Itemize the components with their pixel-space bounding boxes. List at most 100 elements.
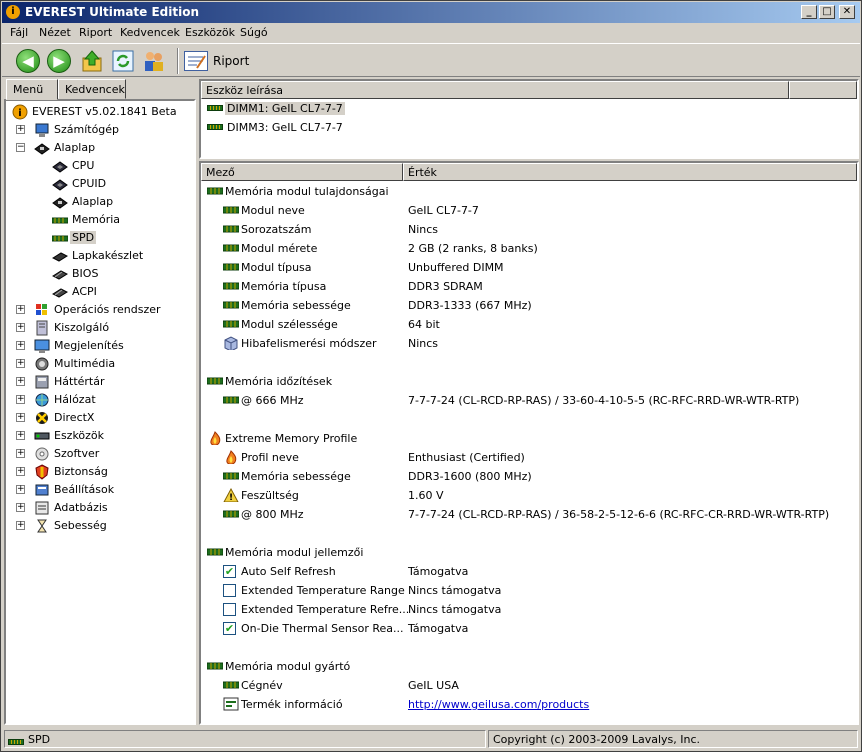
tree-item-label: DirectX [54, 411, 95, 424]
status-left: SPD [4, 730, 486, 748]
value-column-header[interactable]: Érték [403, 163, 857, 181]
window-title: EVEREST Ultimate Edition [25, 5, 200, 19]
back-arrow-icon[interactable]: ◀ [16, 49, 40, 73]
section-title: Memória modul gyártó [225, 660, 351, 673]
property-value: 64 bit [408, 318, 440, 331]
property-row[interactable]: ! Feszültség 1.60 V [221, 487, 851, 506]
property-row[interactable]: @ 800 MHz 7-7-7-24 (CL-RCD-RP-RAS) / 36-5… [221, 506, 851, 525]
tab-favorites[interactable]: Kedvencek [58, 79, 126, 99]
up-folder-icon[interactable] [80, 49, 104, 73]
property-row[interactable]: Memória sebessége DDR3-1333 (667 MHz) [221, 297, 851, 316]
property-row[interactable]: Hibafelismerési módszer Nincs [221, 335, 851, 354]
property-value: Nincs [408, 337, 439, 350]
property-field: On-Die Thermal Sensor Rea... [241, 622, 404, 635]
menu-help[interactable]: Súgó [240, 26, 268, 39]
menu-favorites[interactable]: Kedvencek [120, 26, 180, 39]
expand-toggle[interactable]: + [16, 341, 25, 350]
tree-item-label: Háttértár [54, 375, 105, 388]
memory-module-icon [222, 317, 240, 331]
expand-toggle[interactable]: + [16, 449, 25, 458]
tree-item-label: Számítógép [54, 123, 120, 136]
expand-toggle[interactable]: + [16, 431, 25, 440]
property-row[interactable]: @ 666 MHz 7-7-7-24 (CL-RCD-RP-RAS) / 33-6… [221, 392, 851, 411]
expand-toggle[interactable]: + [16, 503, 25, 512]
info-icon: i [12, 104, 28, 120]
expand-toggle[interactable]: + [16, 521, 25, 530]
section-title: Memória időzítések [225, 375, 333, 388]
expand-toggle[interactable]: + [16, 323, 25, 332]
property-row[interactable]: Modul neve GeIL CL7-7-7 [221, 202, 851, 221]
expand-toggle[interactable]: + [16, 305, 25, 314]
property-field: Modul szélessége [241, 318, 338, 331]
cpu-icon [52, 158, 68, 174]
property-row[interactable]: Extended Temperature Refre... Nincs támog… [221, 601, 851, 620]
property-field: Profil neve [241, 451, 299, 464]
property-field: Feszültség [241, 489, 299, 502]
product-info-link[interactable]: http://www.geilusa.com/products [408, 698, 589, 711]
property-row[interactable]: Modul típusa Unbuffered DIMM [221, 259, 851, 278]
tab-menu[interactable]: Menü [6, 79, 58, 100]
everest-info-icon: i [6, 5, 20, 19]
expand-toggle[interactable]: + [16, 125, 25, 134]
property-field: Memória sebessége [241, 299, 351, 312]
tree-root-label: EVEREST v5.02.1841 Beta [32, 105, 177, 118]
memory-module-icon [206, 374, 224, 388]
refresh-icon[interactable] [111, 49, 135, 73]
device-item[interactable]: DIMM1: GeIL CL7-7-7 [205, 100, 605, 119]
property-field: Memória típusa [241, 280, 327, 293]
property-row[interactable]: Memória sebessége DDR3-1600 (800 MHz) [221, 468, 851, 487]
property-row[interactable]: Profil neve Enthusiast (Certified) [221, 449, 851, 468]
field-column-header[interactable]: Mező [201, 163, 403, 181]
menu-report[interactable]: Riport [79, 26, 112, 39]
menu-file[interactable]: Fájl [10, 26, 28, 39]
device-item[interactable]: DIMM3: GeIL CL7-7-7 [205, 119, 605, 138]
menu-view[interactable]: Nézet [39, 26, 71, 39]
forward-arrow-icon[interactable]: ▶ [47, 49, 71, 73]
property-row[interactable]: ✔ On-Die Thermal Sensor Rea... Támogatva [221, 620, 851, 639]
storage-icon [34, 374, 50, 390]
tree-item-label: Biztonság [54, 465, 108, 478]
close-button[interactable]: ✕ [839, 5, 855, 19]
flame-icon [223, 450, 239, 465]
device-column-header[interactable]: Eszköz leírása [201, 81, 789, 99]
menu-tools[interactable]: Eszközök [185, 26, 235, 39]
property-row[interactable]: ✔ Auto Self Refresh Támogatva [221, 563, 851, 582]
tree-item-label: SPD [70, 231, 97, 244]
chip-icon [51, 284, 69, 300]
expand-toggle[interactable]: + [16, 467, 25, 476]
property-row[interactable]: Memória típusa DDR3 SDRAM [221, 278, 851, 297]
chipset-icon [51, 248, 69, 264]
checked-checkbox-icon: ✔ [223, 622, 236, 635]
expand-toggle[interactable]: + [16, 485, 25, 494]
expand-toggle[interactable]: + [16, 413, 25, 422]
memory-icon [51, 230, 69, 246]
svg-text:i: i [18, 108, 21, 119]
property-row[interactable]: Sorozatszám Nincs [221, 221, 851, 240]
expand-toggle[interactable]: + [16, 395, 25, 404]
device-list-panel: Eszköz leírása DIMM1: GeIL CL7-7-7 DIMM3… [199, 79, 859, 159]
property-field: Sorozatszám [241, 223, 312, 236]
property-row[interactable]: Modul szélessége 64 bit [221, 316, 851, 335]
property-row[interactable]: Modul mérete 2 GB (2 ranks, 8 banks) [221, 240, 851, 259]
section-header: Memória modul tulajdonságai [205, 183, 845, 202]
expand-toggle[interactable]: + [16, 359, 25, 368]
speaker-icon [34, 356, 50, 372]
directx-icon [34, 410, 50, 426]
svg-text:!: ! [229, 493, 233, 502]
expand-toggle[interactable]: + [16, 377, 25, 386]
property-field: Auto Self Refresh [241, 565, 336, 578]
status-right: Copyright (c) 2003-2009 Lavalys, Inc. [488, 730, 858, 748]
minimize-button[interactable]: _ [801, 5, 817, 19]
tree-item-label: Operációs rendszer [54, 303, 161, 316]
property-row[interactable]: Extended Temperature Range Nincs támogatv… [221, 582, 851, 601]
tree-item-label: Szoftver [54, 447, 100, 460]
property-row[interactable]: Cégnév GeIL USA [221, 677, 851, 696]
property-value: Nincs [408, 223, 439, 236]
maximize-button[interactable]: □ [819, 5, 835, 19]
report-icon [184, 51, 208, 71]
memory-module-icon [207, 124, 223, 130]
users-icon[interactable] [142, 49, 166, 73]
property-field: Cégnév [241, 679, 283, 692]
property-row[interactable]: Termék információ http://www.geilusa.com/… [221, 696, 851, 715]
collapse-toggle[interactable]: − [16, 143, 25, 152]
